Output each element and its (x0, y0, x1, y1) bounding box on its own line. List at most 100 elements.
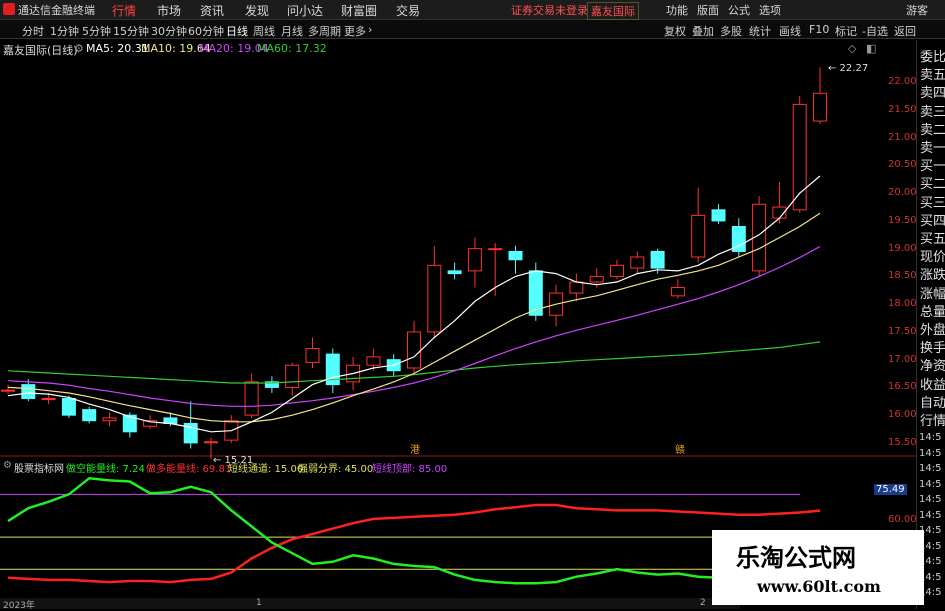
watermark-url: www.60lt.com (757, 577, 881, 596)
quote-label: 收益 (920, 377, 945, 393)
tool-f10[interactable]: F10 (809, 23, 829, 36)
watermark: 乐淘公式网 www.60lt.com (712, 530, 924, 605)
quote-label: 买五 (920, 232, 945, 247)
candle-body (670, 287, 685, 297)
top-label: 短线顶部: 85.00 (372, 464, 448, 475)
period-daily[interactable]: 日线 (226, 23, 248, 39)
sub-tick-label: 75.49 (874, 484, 907, 495)
candle-body (813, 92, 827, 122)
event-marker: 港 (410, 444, 420, 456)
gear-icon[interactable]: ⚙ (74, 42, 84, 55)
watermark-title: 乐淘公式网 (736, 544, 856, 572)
guest-login[interactable]: 游客 (906, 2, 928, 18)
price-tick-label: 15.50 (888, 436, 917, 448)
candle-body (1, 389, 15, 392)
period-multi[interactable]: 多周期 (308, 23, 341, 39)
candle-body (21, 384, 36, 400)
tick-time: 14:5 (919, 447, 942, 459)
boundary-label: 强弱分界: 45.00 (298, 464, 374, 475)
price-tick-label: 18.00 (888, 298, 917, 310)
period-30min[interactable]: 30分钟 (151, 23, 187, 39)
quote-label: 买四 (920, 213, 945, 229)
candle-body (467, 248, 482, 272)
period-15min[interactable]: 15分钟 (113, 23, 149, 39)
tool-adjust[interactable]: 复权 (664, 23, 686, 39)
period-weekly[interactable]: 周线 (253, 23, 275, 39)
menu-options[interactable]: 选项 (759, 2, 781, 18)
quote-label: 卖三 (920, 104, 945, 120)
menu-item-news[interactable]: 资讯 (200, 2, 224, 19)
period-monthly[interactable]: 月线 (281, 23, 303, 39)
price-tick-label: 18.50 (888, 270, 917, 282)
year-label: 2023年 (3, 601, 35, 611)
quote-label: 卖一 (920, 141, 945, 156)
tool-statistics[interactable]: 统计 (749, 23, 771, 39)
quote-label: 卖二 (920, 122, 945, 138)
quote-label: 外盘 (920, 323, 945, 338)
quote-label: 委比 (920, 50, 945, 65)
tool-draw[interactable]: 画线 (779, 23, 801, 39)
period-more[interactable]: 更多 (344, 23, 366, 39)
quote-label: 净资 (920, 359, 945, 375)
period-toolbar: 分时 1分钟 5分钟 15分钟 30分钟 60分钟 日线 周线 月线 多周期 更… (0, 20, 945, 39)
app-title: 通达信金融终端 (18, 4, 95, 17)
stock-tab[interactable]: 嘉友国际 (587, 2, 639, 20)
tool-watchlist[interactable]: -自选 (862, 23, 888, 39)
price-tick-label: 20.50 (888, 159, 917, 171)
chevron-right-icon[interactable]: › (368, 23, 372, 36)
period-1min[interactable]: 1分钟 (50, 23, 79, 39)
sub-tick-label: 60.00 (888, 514, 917, 525)
menu-formula[interactable]: 公式 (728, 2, 750, 18)
quote-label: 买二 (920, 177, 945, 193)
candle-body (41, 398, 56, 401)
login-notice[interactable]: 证券交易未登录 (511, 2, 588, 18)
menu-item-market[interactable]: 行情 (112, 2, 136, 19)
menu-item-wealth[interactable]: 财富圈 (341, 2, 377, 19)
menu-layout[interactable]: 版面 (697, 2, 719, 18)
expand-icon[interactable]: ◧ (866, 42, 876, 55)
menu-item-ask[interactable]: 问小达 (287, 2, 323, 19)
candle-body (447, 270, 462, 275)
short-energy-label: 做空能量线: 7.24 (66, 464, 145, 475)
price-tick-label: 19.50 (888, 214, 917, 226)
quote-label: 自动 (920, 395, 945, 411)
candle-body (305, 348, 320, 363)
candle-body (508, 250, 523, 261)
price-tick-label: 21.00 (888, 131, 917, 143)
channel-label: 短线通道: 15.00 (228, 464, 304, 475)
price-tick-label: 17.00 (888, 353, 917, 365)
period-60min[interactable]: 60分钟 (188, 23, 224, 39)
candle-body (102, 417, 117, 422)
menu-function[interactable]: 功能 (666, 2, 688, 18)
candle-body (589, 275, 604, 283)
candle-body (204, 441, 218, 444)
menu-item-discover[interactable]: 发现 (245, 2, 269, 19)
price-tick-label: 16.00 (888, 409, 917, 421)
price-tick-label: 21.50 (888, 103, 917, 115)
candle-body (82, 409, 97, 422)
quote-label: 涨幅 (920, 286, 945, 302)
period-intraday[interactable]: 分时 (22, 23, 44, 39)
candle-body (691, 214, 706, 258)
high-price-label: ← 22.27 (828, 63, 868, 74)
tick-time: 14:5 (919, 478, 942, 490)
month-label-2: 2 (700, 598, 706, 608)
quote-label: 换手 (920, 341, 945, 357)
candle-body (630, 256, 645, 269)
chart-area: ← 22.27← 15.21港赣 (0, 63, 916, 585)
ma5-value: MA5: 20.31 (86, 42, 149, 55)
price-tick-label: 20.00 (888, 187, 917, 199)
tool-back[interactable]: 返回 (894, 23, 916, 39)
tool-mark[interactable]: 标记 (835, 23, 857, 39)
period-5min[interactable]: 5分钟 (82, 23, 111, 39)
price-tick-label: 22.00 (888, 76, 917, 88)
tool-overlay[interactable]: 叠加 (692, 23, 714, 39)
menu-item-trade[interactable]: 交易 (396, 2, 420, 19)
menu-item-exchange[interactable]: 市场 (157, 2, 181, 19)
diamond-icon[interactable]: ◇ (848, 42, 856, 55)
tool-multi-stock[interactable]: 多股 (720, 23, 742, 39)
sub-chart-info: ⚙ 股票指标网 做空能量线: 7.24 做多能量线: 69.81 短线通道: 1… (0, 458, 860, 475)
candle-body (285, 364, 300, 388)
sub-gear-icon[interactable]: ⚙ (3, 460, 12, 471)
candle-body (407, 331, 421, 369)
